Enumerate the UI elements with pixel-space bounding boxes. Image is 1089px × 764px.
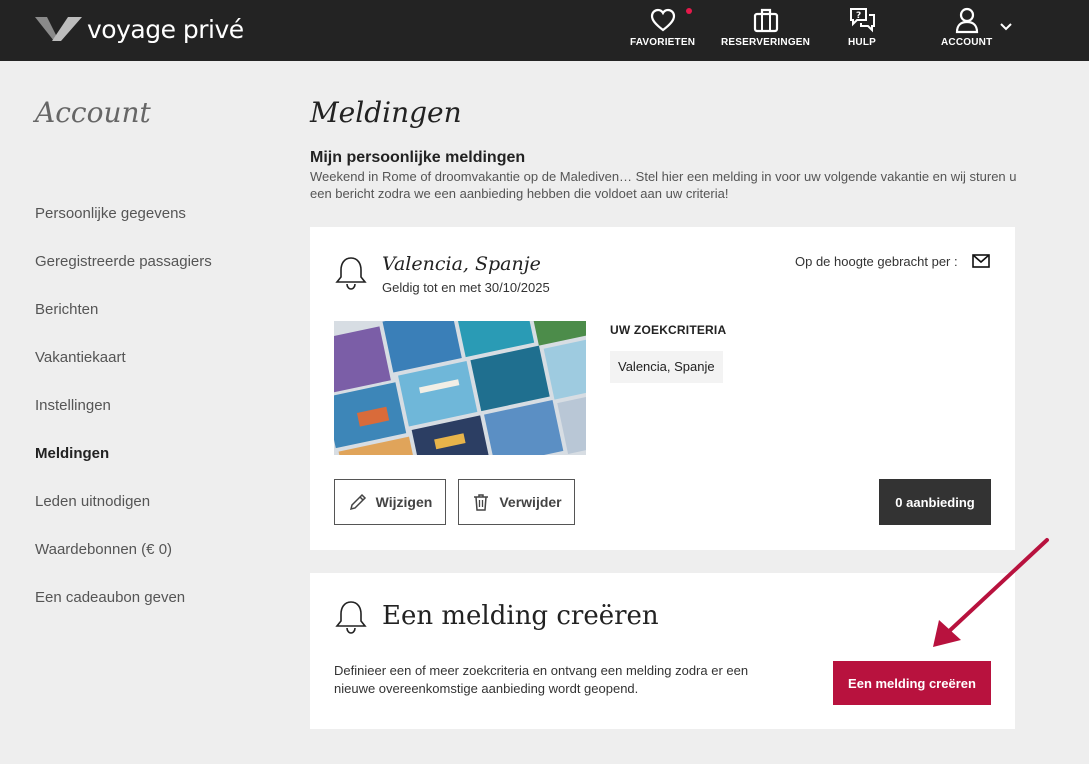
logo-text: voyage privé xyxy=(87,14,244,44)
sidebar-item-vouchers[interactable]: Waardebonnen (€ 0) xyxy=(35,541,172,558)
nav-reservations[interactable]: RESERVERINGEN xyxy=(721,6,810,48)
sidebar-item-messages[interactable]: Berichten xyxy=(35,301,98,318)
nav-account-label: ACCOUNT xyxy=(941,37,993,48)
nav-favorites-label: FAVORIETEN xyxy=(630,37,696,48)
create-alert-card: Een melding creëren Definieer een of mee… xyxy=(310,573,1015,729)
edit-alert-label: Wijzigen xyxy=(375,494,433,510)
notify-channel-label: Op de hoogte gebracht per : xyxy=(795,254,958,269)
delete-alert-button[interactable]: Verwijder xyxy=(458,479,575,525)
chevron-down-icon[interactable] xyxy=(999,20,1013,34)
nav-help[interactable]: ? HULP xyxy=(848,6,876,48)
nav-help-label: HULP xyxy=(848,37,877,48)
alert-validity: Geldig tot en met 30/10/2025 xyxy=(382,280,550,295)
favorites-dot xyxy=(686,8,693,14)
sidebar-item-passengers[interactable]: Geregistreerde passagiers xyxy=(35,253,212,270)
sidebar-item-gift-card[interactable]: Een cadeaubon geven xyxy=(35,589,185,606)
nav-account[interactable]: ACCOUNT xyxy=(941,6,992,48)
criteria-chip: Valencia, Spanje xyxy=(610,351,723,383)
criteria-label: UW ZOEKCRITERIA xyxy=(610,323,727,337)
sidebar-item-notifications[interactable]: Meldingen xyxy=(35,445,109,462)
nav-favorites[interactable]: FAVORIETEN xyxy=(630,6,695,48)
sidebar-title: Account xyxy=(35,96,151,129)
sidebar-item-personal-details[interactable]: Persoonlijke gegevens xyxy=(35,205,186,222)
destination-collage-image xyxy=(334,321,586,455)
sidebar-item-settings[interactable]: Instellingen xyxy=(35,397,111,414)
bell-icon xyxy=(335,601,367,634)
page-title: Meldingen xyxy=(310,96,462,129)
offers-count-button[interactable]: 0 aanbieding xyxy=(879,479,991,525)
mail-icon[interactable] xyxy=(972,254,990,268)
chat-help-icon: ? xyxy=(850,8,876,33)
delete-alert-label: Verwijder xyxy=(499,494,562,510)
heart-icon xyxy=(650,8,675,32)
create-alert-title: Een melding creëren xyxy=(382,601,659,631)
svg-text:?: ? xyxy=(856,11,861,21)
edit-alert-button[interactable]: Wijzigen xyxy=(334,479,446,525)
suitcase-icon xyxy=(753,8,778,33)
bell-icon xyxy=(335,257,367,290)
pencil-icon xyxy=(349,493,366,511)
section-subtitle: Mijn persoonlijke meldingen xyxy=(310,149,526,166)
create-alert-button[interactable]: Een melding creëren xyxy=(833,661,991,705)
top-navigation-bar: voyage privé FAVORIETEN RESERVERINGEN ? … xyxy=(0,0,1089,61)
trash-icon xyxy=(474,494,489,511)
logo-mark-icon xyxy=(35,17,82,41)
logo[interactable]: voyage privé xyxy=(35,13,244,45)
nav-reservations-label: RESERVERINGEN xyxy=(721,37,811,48)
create-alert-description: Definieer een of meer zoekcriteria en on… xyxy=(334,663,749,696)
alert-title: Valencia, Spanje xyxy=(382,253,541,275)
user-icon xyxy=(955,7,978,34)
sidebar-item-invite-members[interactable]: Leden uitnodigen xyxy=(35,493,150,510)
alert-card: Valencia, Spanje Geldig tot en met 30/10… xyxy=(310,227,1015,550)
section-description: Weekend in Rome of droomvakantie op de M… xyxy=(310,169,1017,201)
sidebar-item-holiday-card[interactable]: Vakantiekaart xyxy=(35,349,126,366)
